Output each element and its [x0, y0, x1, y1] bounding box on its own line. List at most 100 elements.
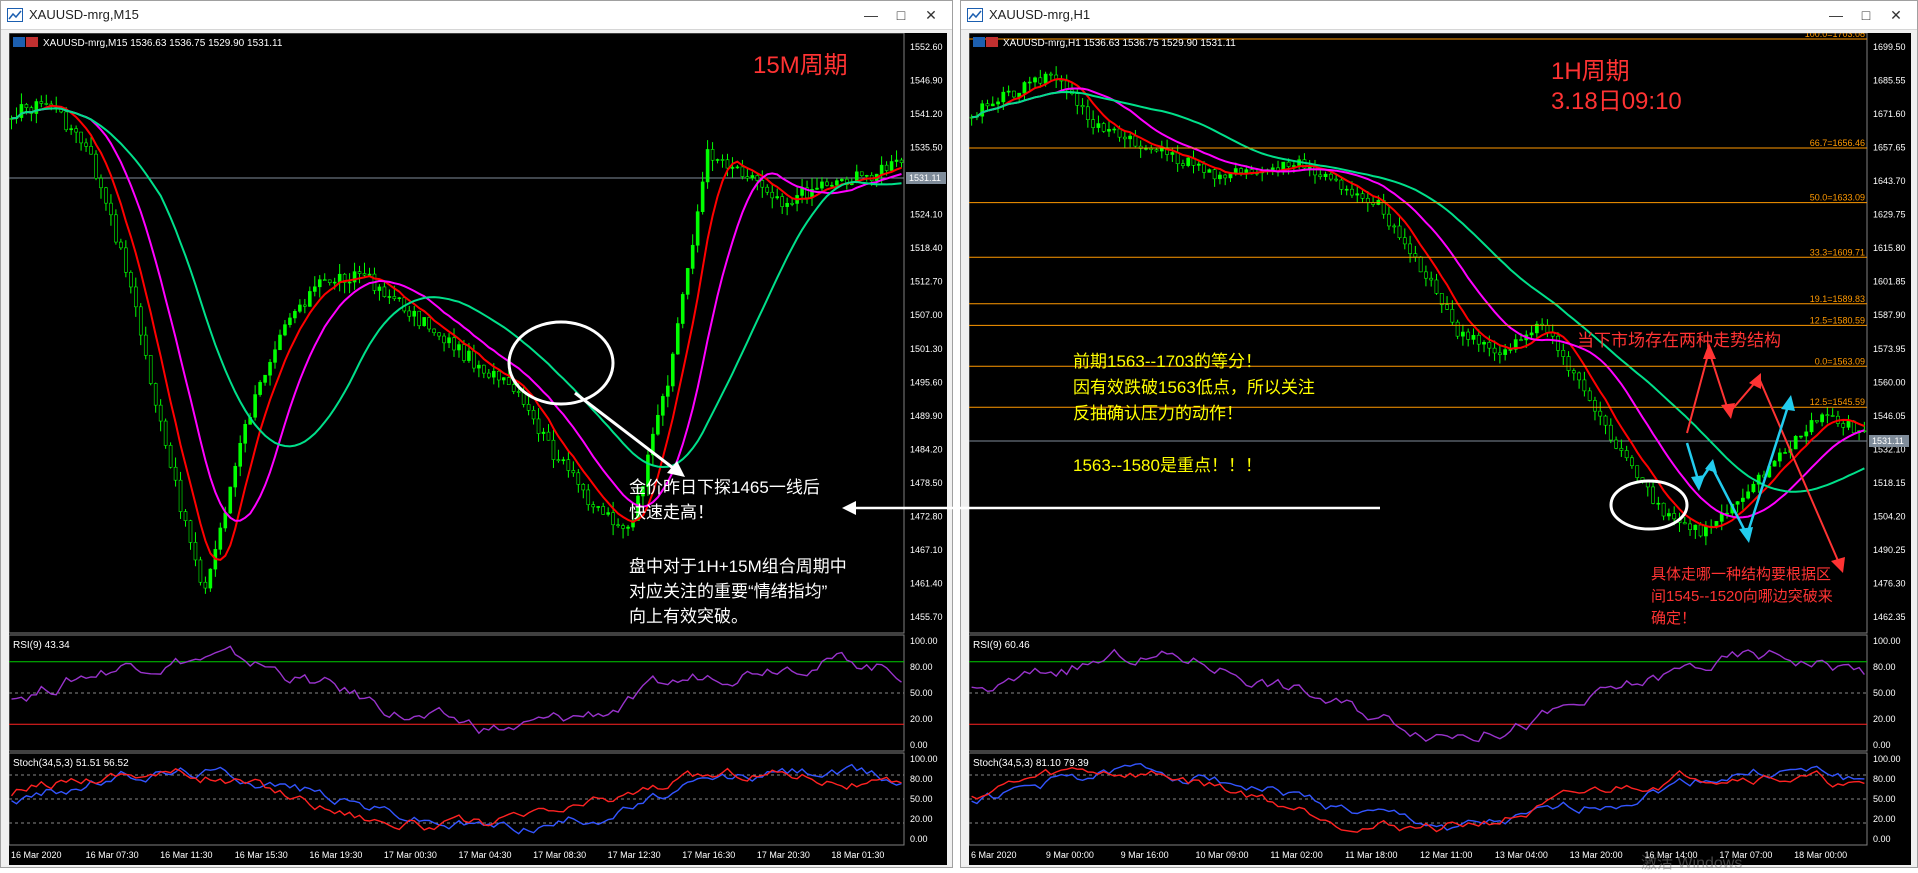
fib-level-label: 66.7=1656.46 [1810, 138, 1865, 148]
candle-body [1392, 225, 1397, 228]
candle-body [99, 177, 103, 189]
right-stoch-label: Stoch(34,5,3) 81.10 79.39 [973, 758, 1089, 769]
time-axis-label: 11 Mar 18:00 [1345, 850, 1397, 860]
candle-body [173, 466, 178, 481]
red-scenario-path [1686, 347, 1840, 564]
price-axis-label: 1524.10 [910, 210, 943, 220]
candle-body [1461, 331, 1465, 337]
candle-body [775, 196, 780, 199]
time-axis-label: 17 Mar 04:30 [459, 850, 512, 860]
candle-body [327, 279, 332, 283]
time-axis-label: 17 Mar 08:30 [533, 850, 586, 860]
price-axis-label: 1489.90 [910, 411, 943, 421]
candle-body [770, 191, 775, 199]
candle-body [1814, 420, 1819, 423]
candle-body [1186, 157, 1191, 166]
left-chart-window[interactable]: XAUUSD-mrg,M15 — □ ✕ 1552.60 1546.90 1541.… [0, 0, 953, 868]
candle-body [571, 470, 576, 474]
candle-body [198, 559, 203, 583]
candle-body [1112, 128, 1117, 131]
maximize-button[interactable]: □ [886, 3, 916, 27]
rsi-axis-label: 0.00 [1873, 740, 1891, 750]
candle-body [89, 145, 93, 155]
close-button[interactable]: ✕ [1881, 3, 1911, 27]
price-axis-label: 1476.30 [1873, 578, 1906, 588]
price-axis-label: 1671.60 [1873, 109, 1906, 119]
maximize-button[interactable]: □ [1851, 3, 1881, 27]
fib-level-label: 50.0=1633.09 [1810, 193, 1865, 203]
candle-body [735, 166, 740, 169]
minimize-button[interactable]: — [856, 3, 886, 27]
right-chart-window[interactable]: XAUUSD-mrg,H1 — □ ✕ 1699.50 1685.55 1671.6… [960, 0, 1918, 872]
candle-body [467, 350, 471, 361]
candle-body [1777, 452, 1782, 462]
close-button[interactable]: ✕ [916, 3, 946, 27]
candle-body [501, 377, 506, 381]
candle-body [298, 304, 302, 312]
candle-body [1772, 460, 1777, 467]
candle-body [273, 349, 277, 363]
candle-body [163, 420, 168, 446]
candle-body [496, 370, 501, 381]
candle-body [143, 334, 148, 356]
price-axis-label: 1461.40 [910, 578, 943, 588]
ma-green-line [971, 90, 1865, 493]
candle-body [675, 323, 680, 355]
price-axis-label: 1541.20 [910, 109, 943, 119]
minimize-button[interactable]: — [1821, 3, 1851, 27]
price-axis-label: 1512.70 [910, 277, 943, 287]
candle-body [1075, 93, 1080, 106]
right-window-titlebar[interactable]: XAUUSD-mrg,H1 — □ ✕ [961, 1, 1917, 30]
candle-body [317, 279, 322, 288]
candle-body [148, 355, 153, 384]
candle-body [685, 268, 690, 295]
candle-body [526, 404, 531, 411]
candle-body [1270, 167, 1275, 170]
candle-body [1482, 342, 1486, 345]
candle-body [670, 353, 675, 387]
candle-body [417, 310, 422, 327]
price-axis-label: 1546.90 [910, 76, 943, 86]
candle-body [228, 486, 233, 514]
candle-body [1239, 168, 1243, 173]
candle-body [1323, 173, 1328, 177]
candle-body [740, 166, 745, 177]
candle-body [1027, 81, 1032, 84]
candle-body [322, 279, 327, 281]
candle-body [835, 180, 839, 186]
candle-body [1418, 256, 1423, 273]
right-chart-canvas[interactable]: 1699.50 1685.55 1671.60 1657.65 1643.70 1629.… [969, 33, 1911, 865]
left-chart-svg[interactable]: 1552.601546.901541.201535.501529.801524.… [9, 33, 947, 865]
candle-body [596, 506, 601, 508]
candle-body [233, 466, 238, 488]
time-axis-label: 12 Mar 11:00 [1420, 850, 1472, 860]
candle-body [1408, 243, 1412, 254]
left-chart-canvas[interactable]: 1552.601546.901541.201535.501529.801524.… [9, 33, 947, 865]
candle-body [1630, 457, 1634, 467]
fib-level-label: 100.0=1703.08 [1805, 33, 1865, 39]
candle-body [586, 489, 591, 505]
candle-body [576, 472, 581, 485]
candle-body [536, 418, 541, 434]
right-chart-svg[interactable]: 1699.50 1685.55 1671.60 1657.65 1643.70 1629.… [969, 33, 1911, 865]
stoch-axis-label: 80.00 [1873, 774, 1896, 784]
candle-body [546, 431, 551, 441]
candle-body [566, 459, 571, 471]
candle-body [258, 382, 262, 395]
rsi-line [11, 645, 902, 735]
candle-body [387, 296, 392, 298]
candle-body [996, 101, 1000, 105]
left-window-titlebar[interactable]: XAUUSD-mrg,M15 — □ ✕ [1, 1, 952, 30]
candle-body [303, 304, 307, 307]
candle-body [422, 317, 426, 327]
candle-body [482, 364, 486, 374]
candle-body [188, 520, 193, 543]
price-axis-label: 1478.50 [910, 478, 943, 488]
candle-body [1582, 379, 1587, 392]
fib-level-label: 12.5=1580.59 [1810, 315, 1865, 325]
candle-body [506, 377, 511, 385]
candle-body [621, 525, 625, 529]
key-zone-text: 1563--1580是重点！！！ [1073, 456, 1262, 475]
rsi-axis-label: 20.00 [1873, 714, 1896, 724]
candle-body [889, 161, 894, 171]
